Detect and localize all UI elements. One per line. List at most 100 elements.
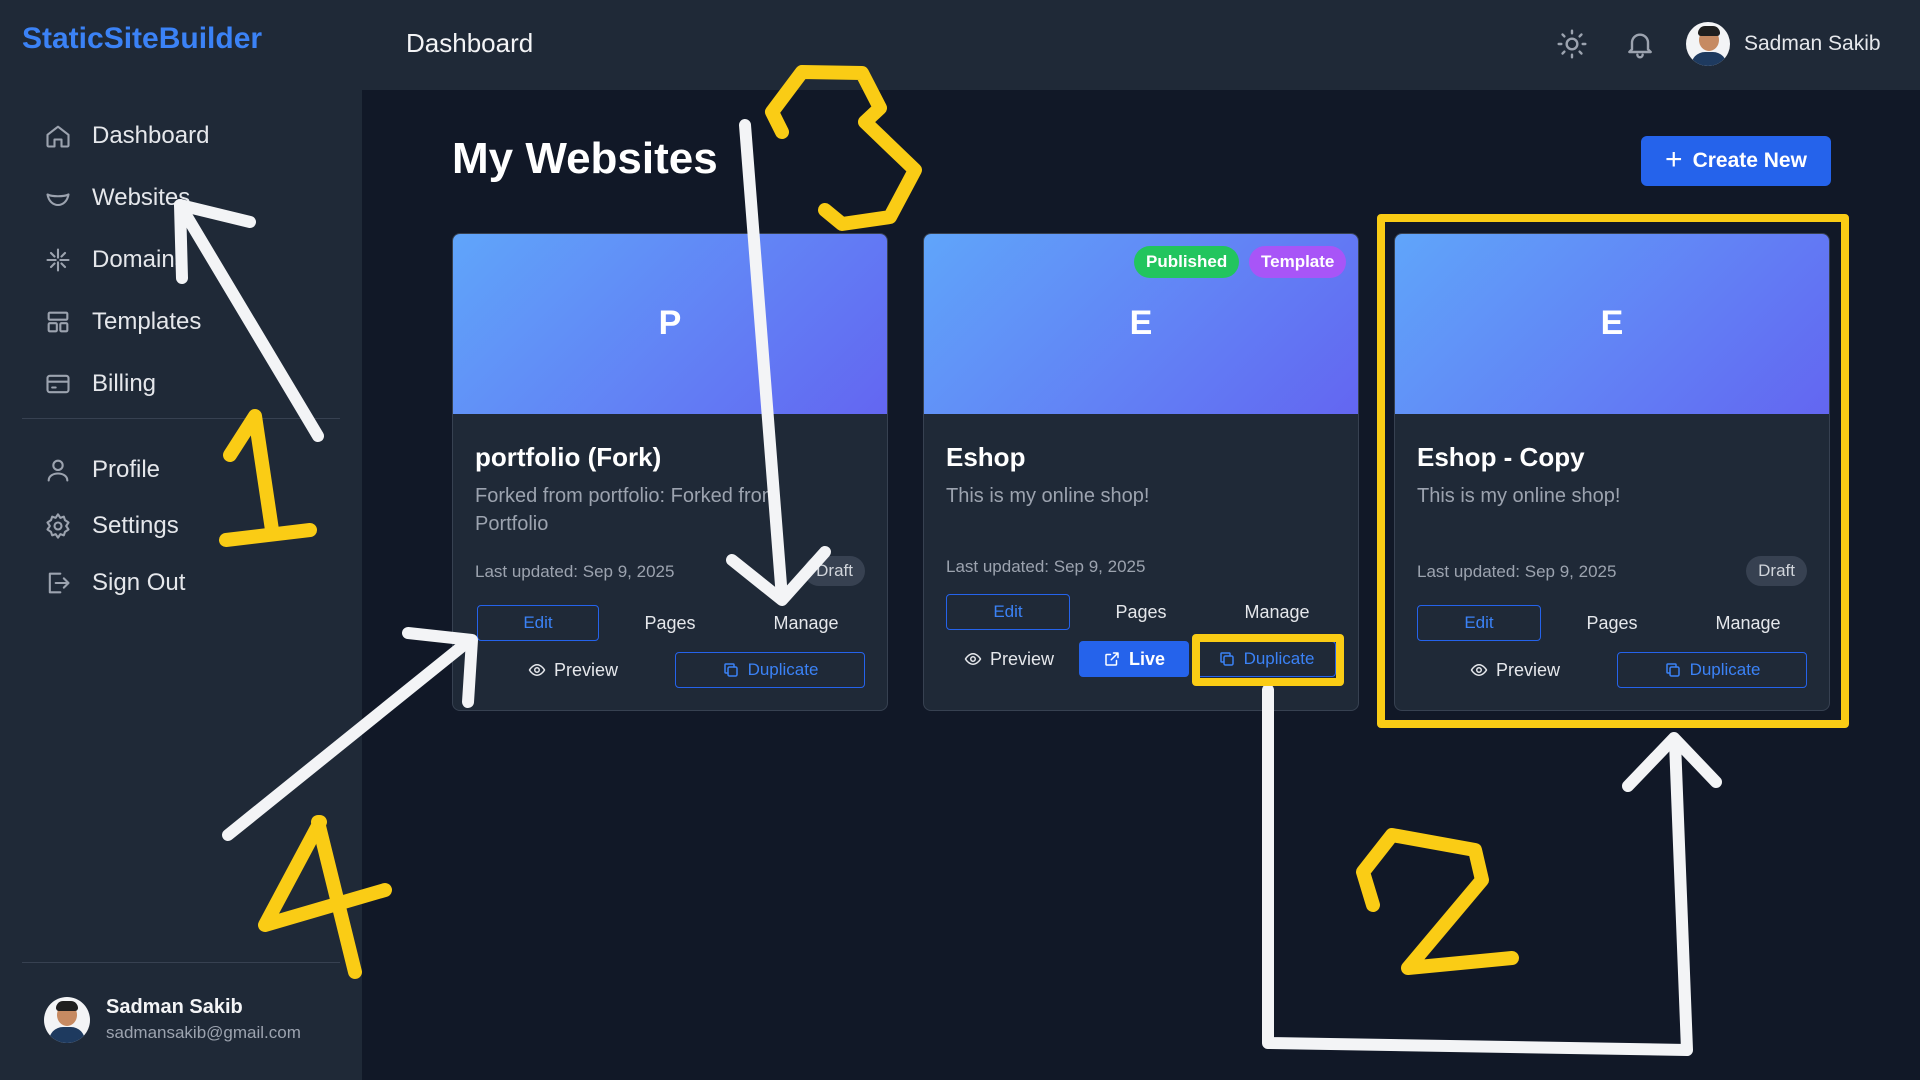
manage-button[interactable]: Manage (1683, 605, 1813, 641)
sidebar-user-name: Sadman Sakib (106, 996, 243, 1018)
eye-icon (1470, 664, 1488, 676)
manage-button[interactable]: Manage (741, 605, 871, 641)
preview-button[interactable]: Preview (1455, 652, 1575, 688)
sidebar-item-label: Templates (92, 308, 202, 335)
sidebar-item-label: Websites (92, 184, 191, 211)
layout-icon (47, 311, 69, 333)
credit-card-icon (46, 374, 70, 394)
card-initial: P (658, 304, 682, 342)
pages-button[interactable]: Pages (615, 605, 725, 641)
avatar (1686, 22, 1730, 66)
card-description: Forked from portfolio: Forked from Portf… (475, 485, 779, 535)
sidebar-user-email: sadmansakib@gmail.com (106, 1023, 301, 1042)
card-updated: Last updated: Sep 9, 2025 (946, 557, 1146, 576)
card-description: This is my online shop! (1417, 485, 1621, 507)
card-description: This is my online shop! (946, 485, 1150, 507)
arrow-duplicate-to-copy (1262, 684, 1693, 1056)
preview-label: Preview (1495, 659, 1561, 680)
edit-button[interactable]: Edit (477, 605, 599, 641)
duplicate-label: Duplicate (1243, 649, 1315, 668)
sidebar-item-label: Billing (92, 370, 157, 397)
arrow-head-copy (1622, 732, 1722, 792)
pages-button[interactable]: Pages (1557, 605, 1667, 641)
sidebar: StaticSiteBuilder Dashboard Websites Dom… (0, 0, 362, 1080)
page-title: My Websites (452, 134, 718, 183)
sidebar-item-label: Sign Out (92, 569, 186, 596)
create-new-label: Create New (1692, 149, 1807, 172)
bell-icon (1628, 33, 1652, 59)
live-button[interactable]: Live (1079, 641, 1189, 677)
sidebar-footer-divider (22, 962, 340, 963)
preview-label: Preview (553, 659, 619, 680)
step-number-2 (1356, 828, 1519, 975)
copy-icon (1219, 652, 1234, 666)
sidebar-item-label: Settings (92, 512, 179, 539)
sidebar-item-domains[interactable]: Domains (44, 238, 187, 282)
duplicate-button[interactable]: Duplicate (675, 652, 865, 688)
sidebar-item-label: Profile (92, 456, 161, 483)
sign-out-icon (48, 572, 70, 594)
sidebar-item-settings[interactable]: Settings (44, 504, 179, 548)
status-badge: Draft (804, 556, 865, 586)
theme-toggle-button[interactable] (1556, 28, 1588, 60)
gear-icon (46, 513, 70, 539)
sidebar-item-templates[interactable]: Templates (44, 300, 201, 344)
sidebar-item-label: Domains (92, 246, 187, 273)
preview-label: Preview (989, 648, 1055, 669)
status-badge: Draft (1746, 556, 1807, 586)
live-label: Live (1128, 648, 1166, 669)
eye-icon (964, 653, 982, 665)
avatar (44, 996, 90, 1043)
bowl-icon (46, 193, 70, 207)
header-title: Dashboard (406, 28, 534, 58)
sidebar-divider (22, 418, 340, 419)
duplicate-button[interactable]: Duplicate (1617, 652, 1807, 688)
card-title: portfolio (Fork) (475, 442, 662, 472)
sidebar-item-sign-out[interactable]: Sign Out (44, 561, 185, 605)
notifications-button[interactable] (1624, 28, 1656, 60)
sparkle-icon (46, 248, 70, 272)
duplicate-button[interactable]: Duplicate (1196, 641, 1336, 677)
template-badge: Template (1249, 246, 1347, 278)
copy-icon (723, 663, 738, 677)
preview-button[interactable]: Preview (954, 641, 1064, 677)
create-new-button[interactable]: + Create New (1641, 136, 1831, 186)
pages-button[interactable]: Pages (1086, 594, 1196, 630)
website-card-portfolio-fork[interactable]: P portfolio (Fork) Forked from portfolio… (452, 233, 888, 711)
card-initial: E (1129, 304, 1153, 342)
duplicate-label: Duplicate (1689, 660, 1761, 679)
website-card-eshop[interactable]: E Published Template Eshop This is my on… (923, 233, 1359, 711)
sidebar-item-profile[interactable]: Profile (44, 448, 160, 492)
sidebar-item-billing[interactable]: Billing (44, 362, 156, 406)
card-banner: E (1395, 234, 1829, 414)
published-badge: Published (1134, 246, 1240, 278)
card-updated: Last updated: Sep 9, 2025 (1417, 562, 1617, 581)
card-title: Eshop - Copy (1417, 442, 1585, 472)
brand-logo[interactable]: StaticSiteBuilder (22, 22, 262, 56)
header-user-menu[interactable]: Sadman Sakib (1686, 22, 1881, 66)
eye-icon (528, 664, 546, 676)
user-icon (47, 459, 69, 482)
edit-button[interactable]: Edit (946, 594, 1070, 630)
header-user-name: Sadman Sakib (1744, 32, 1881, 55)
sun-icon (1557, 29, 1587, 59)
sidebar-item-label: Dashboard (92, 122, 210, 149)
card-title: Eshop (946, 442, 1026, 472)
duplicate-label: Duplicate (747, 660, 819, 679)
card-initial: E (1600, 304, 1624, 342)
preview-button[interactable]: Preview (513, 652, 633, 688)
sidebar-item-websites[interactable]: Websites (44, 176, 190, 220)
top-header: Dashboard Sadman Sakib (362, 0, 1920, 90)
plus-icon: + (1665, 142, 1683, 176)
manage-button[interactable]: Manage (1212, 594, 1342, 630)
sidebar-user[interactable]: Sadman Sakib sadmansakib@gmail.com (44, 996, 301, 1043)
card-updated: Last updated: Sep 9, 2025 (475, 562, 675, 581)
copy-icon (1665, 663, 1680, 677)
step-number-3 (765, 65, 922, 231)
website-card-eshop-copy[interactable]: E Eshop - Copy This is my online shop! L… (1394, 233, 1830, 711)
card-banner: P (453, 234, 887, 414)
external-link-icon (1105, 652, 1119, 666)
edit-button[interactable]: Edit (1417, 605, 1541, 641)
sidebar-item-dashboard[interactable]: Dashboard (44, 114, 209, 158)
home-icon (46, 125, 70, 148)
